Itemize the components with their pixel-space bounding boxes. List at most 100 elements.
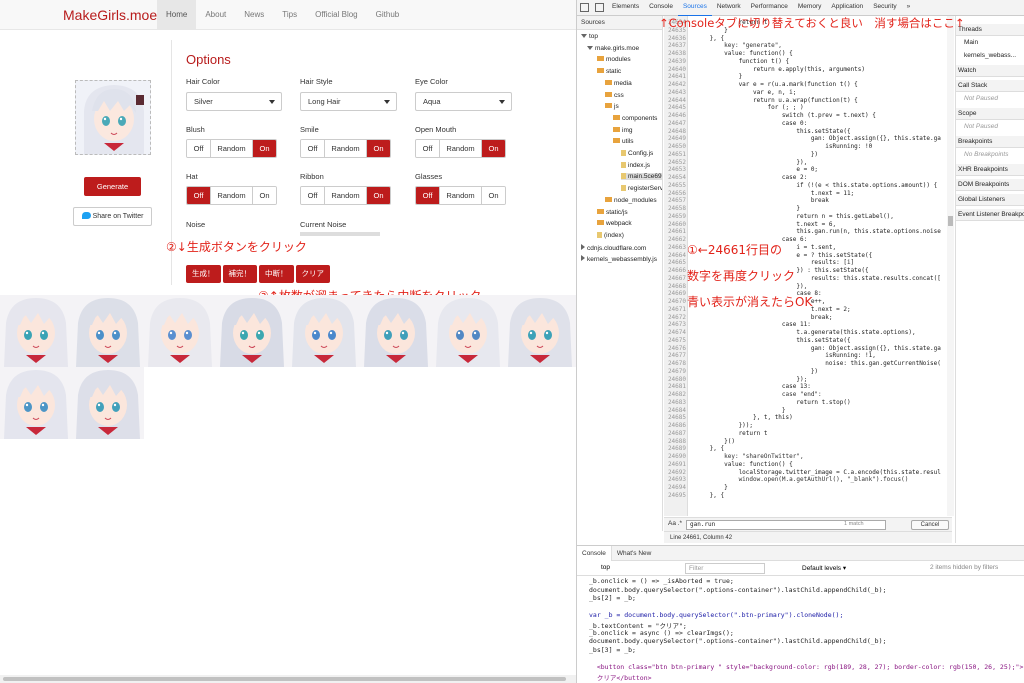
console-filter-input[interactable]: Filter	[685, 563, 765, 574]
line-number[interactable]: 24650	[664, 143, 688, 150]
line-number[interactable]: 24681	[664, 383, 688, 390]
eye-color-select[interactable]: Aqua	[415, 92, 512, 111]
line-number[interactable]: 24645	[664, 104, 688, 111]
line-number[interactable]: 24690	[664, 453, 688, 460]
line-number[interactable]: 24689	[664, 445, 688, 452]
hat-random[interactable]: Random	[211, 187, 253, 204]
line-number[interactable]: 24695	[664, 492, 688, 499]
tree-item[interactable]: kernels_webassembly.js	[581, 255, 657, 263]
line-number[interactable]: 24652	[664, 159, 688, 166]
context-select[interactable]: top	[601, 564, 610, 571]
scrollbar-thumb[interactable]	[3, 677, 566, 681]
drawer-tab-whats-new[interactable]: What's New	[612, 546, 656, 561]
clear-button[interactable]: クリア	[295, 265, 330, 283]
hat-on[interactable]: On	[253, 187, 276, 204]
line-number[interactable]: 24687	[664, 430, 688, 437]
line-number[interactable]: 24673	[664, 321, 688, 328]
line-number[interactable]: 24644	[664, 97, 688, 104]
nav-github[interactable]: Github	[367, 0, 409, 30]
sidebar-section-head[interactable]: Threads	[956, 24, 1024, 36]
result-thumbnail[interactable]	[0, 295, 72, 367]
code-scrollbar[interactable]	[947, 16, 954, 516]
blush-off[interactable]: Off	[187, 140, 211, 157]
line-number[interactable]: 24651	[664, 151, 688, 158]
line-number[interactable]: 24665	[664, 259, 688, 266]
line-number[interactable]: 24664	[664, 252, 688, 259]
line-number[interactable]: 24677	[664, 352, 688, 359]
line-number[interactable]: 24683	[664, 399, 688, 406]
line-number[interactable]: 24663	[664, 244, 688, 251]
nav-about[interactable]: About	[196, 0, 235, 30]
abort-button[interactable]: 中断！	[259, 265, 294, 283]
line-number[interactable]: 24692	[664, 469, 688, 476]
share-twitter-button[interactable]: Share on Twitter	[73, 207, 152, 226]
result-thumbnail[interactable]	[216, 295, 288, 367]
line-number[interactable]: 24693	[664, 476, 688, 483]
sidebar-section-head[interactable]: XHR Breakpoints	[956, 164, 1024, 176]
tree-item[interactable]: (index)	[597, 231, 624, 239]
sidebar-section-item[interactable]: Main	[956, 36, 1024, 49]
complement-button[interactable]: 補完！	[222, 265, 257, 283]
tree-item[interactable]: main.5ce69b	[621, 173, 662, 181]
line-number[interactable]: 24684	[664, 407, 688, 414]
tree-item[interactable]: static/js	[597, 208, 628, 216]
tree-item[interactable]: cdnjs.cloudflare.com	[581, 243, 646, 252]
tree-item[interactable]: js	[605, 103, 619, 110]
line-number[interactable]: 24694	[664, 484, 688, 491]
line-number[interactable]: 24653	[664, 166, 688, 173]
line-number[interactable]: 24640	[664, 66, 688, 73]
nav-tips[interactable]: Tips	[273, 0, 306, 30]
tree-item[interactable]: utils	[613, 138, 634, 145]
result-thumbnail[interactable]	[288, 295, 360, 367]
line-number[interactable]: 24669	[664, 290, 688, 297]
tree-item[interactable]: static	[597, 68, 621, 75]
nav-home[interactable]: Home	[157, 0, 197, 30]
hair-color-select[interactable]: Silver	[186, 92, 282, 111]
line-number[interactable]: 24662	[664, 236, 688, 243]
line-number[interactable]: 24682	[664, 391, 688, 398]
line-number[interactable]: 24649	[664, 135, 688, 142]
line-number[interactable]: 24656	[664, 190, 688, 197]
line-number[interactable]: 24670	[664, 298, 688, 305]
tree-item[interactable]: media	[605, 79, 632, 87]
line-number[interactable]: 24666	[664, 267, 688, 274]
line-number[interactable]: 24659	[664, 213, 688, 220]
line-number[interactable]: 24636	[664, 35, 688, 42]
line-number[interactable]: 24675	[664, 337, 688, 344]
ribbon-off[interactable]: Off	[301, 187, 325, 204]
result-thumbnail[interactable]	[504, 295, 576, 367]
smile-random[interactable]: Random	[325, 140, 367, 157]
glasses-off[interactable]: Off	[416, 187, 440, 204]
nav-news[interactable]: News	[235, 0, 273, 30]
tree-item[interactable]: make.girls.moe	[587, 45, 639, 52]
log-levels-select[interactable]: Default levels ▾	[802, 564, 846, 572]
open-mouth-on[interactable]: On	[482, 140, 505, 157]
sidebar-section-head[interactable]: Global Listeners	[956, 194, 1024, 206]
line-number[interactable]: 24642	[664, 81, 688, 88]
smile-off[interactable]: Off	[301, 140, 325, 157]
ribbon-random[interactable]: Random	[325, 187, 367, 204]
result-thumbnail[interactable]	[144, 295, 216, 367]
generate-jp-button[interactable]: 生成！	[186, 265, 221, 283]
tree-item[interactable]: index.js	[621, 161, 650, 169]
drawer-tab-console[interactable]: Console	[577, 545, 612, 561]
line-number[interactable]: 24661	[664, 228, 688, 235]
brand-link[interactable]: MakeGirls.moe	[63, 7, 157, 23]
line-number[interactable]: 24676	[664, 345, 688, 352]
result-thumbnail[interactable]	[0, 367, 72, 439]
sidebar-section-head[interactable]: Watch	[956, 65, 1024, 77]
line-number[interactable]: 24654	[664, 174, 688, 181]
tree-item[interactable]: modules	[597, 56, 631, 63]
line-number[interactable]: 24647	[664, 120, 688, 127]
sidebar-section-head[interactable]: DOM Breakpoints	[956, 179, 1024, 191]
tree-item[interactable]: node_modules	[605, 196, 657, 204]
line-number[interactable]: 24672	[664, 314, 688, 321]
blush-random[interactable]: Random	[211, 140, 253, 157]
smile-on[interactable]: On	[367, 140, 390, 157]
tree-item[interactable]: img	[613, 126, 632, 134]
nav-official-blog[interactable]: Official Blog	[306, 0, 367, 30]
tree-item[interactable]: webpack	[597, 220, 632, 227]
line-number[interactable]: 24655	[664, 182, 688, 189]
line-number[interactable]: 24643	[664, 89, 688, 96]
result-thumbnail[interactable]	[360, 295, 432, 367]
